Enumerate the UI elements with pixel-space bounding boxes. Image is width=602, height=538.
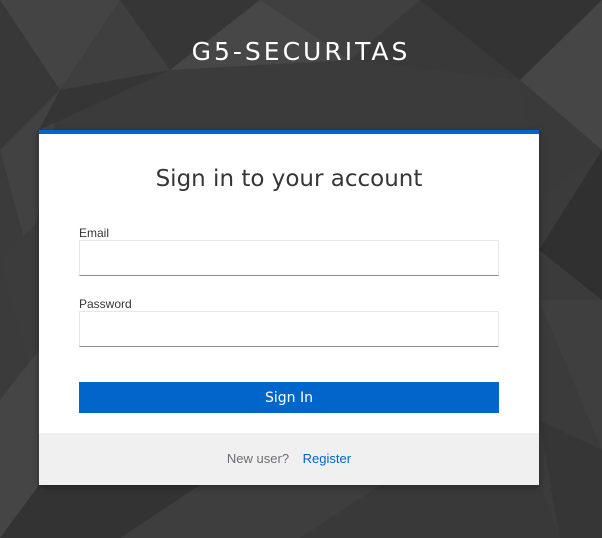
password-field[interactable] [79, 311, 499, 347]
email-label: Email [79, 226, 110, 240]
login-card: Sign in to your account Email Password S… [39, 130, 539, 485]
email-field[interactable] [79, 240, 499, 276]
card-footer: New user? Register [39, 433, 539, 485]
password-label: Password [79, 297, 132, 311]
register-link[interactable]: Register [303, 451, 351, 466]
page-title: Sign in to your account [155, 166, 423, 192]
sign-in-button[interactable]: Sign In [79, 382, 499, 413]
brand-title: G5-SECURITAS [191, 37, 411, 66]
new-user-text: New user? [226, 451, 290, 466]
